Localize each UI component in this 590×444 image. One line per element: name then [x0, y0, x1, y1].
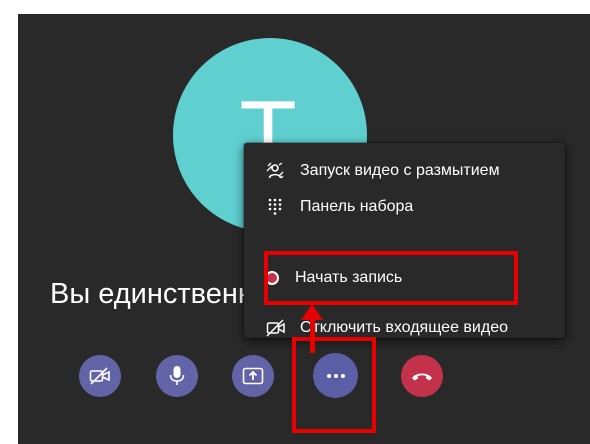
blur-background-icon — [266, 162, 284, 180]
menu-item-label: Панель набора — [300, 198, 414, 215]
share-screen-icon — [242, 367, 264, 385]
annotation-arrow-shaft — [310, 316, 315, 353]
microphone-icon — [169, 366, 185, 385]
menu-item-blur-video[interactable]: Запуск видео с размытием — [244, 153, 565, 189]
hang-up-icon — [412, 373, 432, 381]
record-highlight-box — [264, 251, 518, 305]
dialpad-icon — [266, 198, 284, 216]
hang-up-button[interactable] — [401, 355, 443, 397]
video-off-icon — [89, 367, 110, 385]
video-off-icon — [266, 319, 285, 337]
menu-item-label: Запуск видео с размытием — [300, 162, 500, 179]
menu-item-label: Отключить входящее видео — [300, 319, 508, 336]
more-button-highlight-box — [292, 337, 376, 433]
menu-item-dialpad[interactable]: Панель набора — [244, 189, 565, 225]
microphone-button[interactable] — [156, 355, 198, 397]
share-screen-button[interactable] — [232, 355, 274, 397]
more-actions-menu: Запуск видео с размытием Панель набора Н… — [244, 143, 565, 338]
camera-toggle-button[interactable] — [79, 355, 121, 397]
